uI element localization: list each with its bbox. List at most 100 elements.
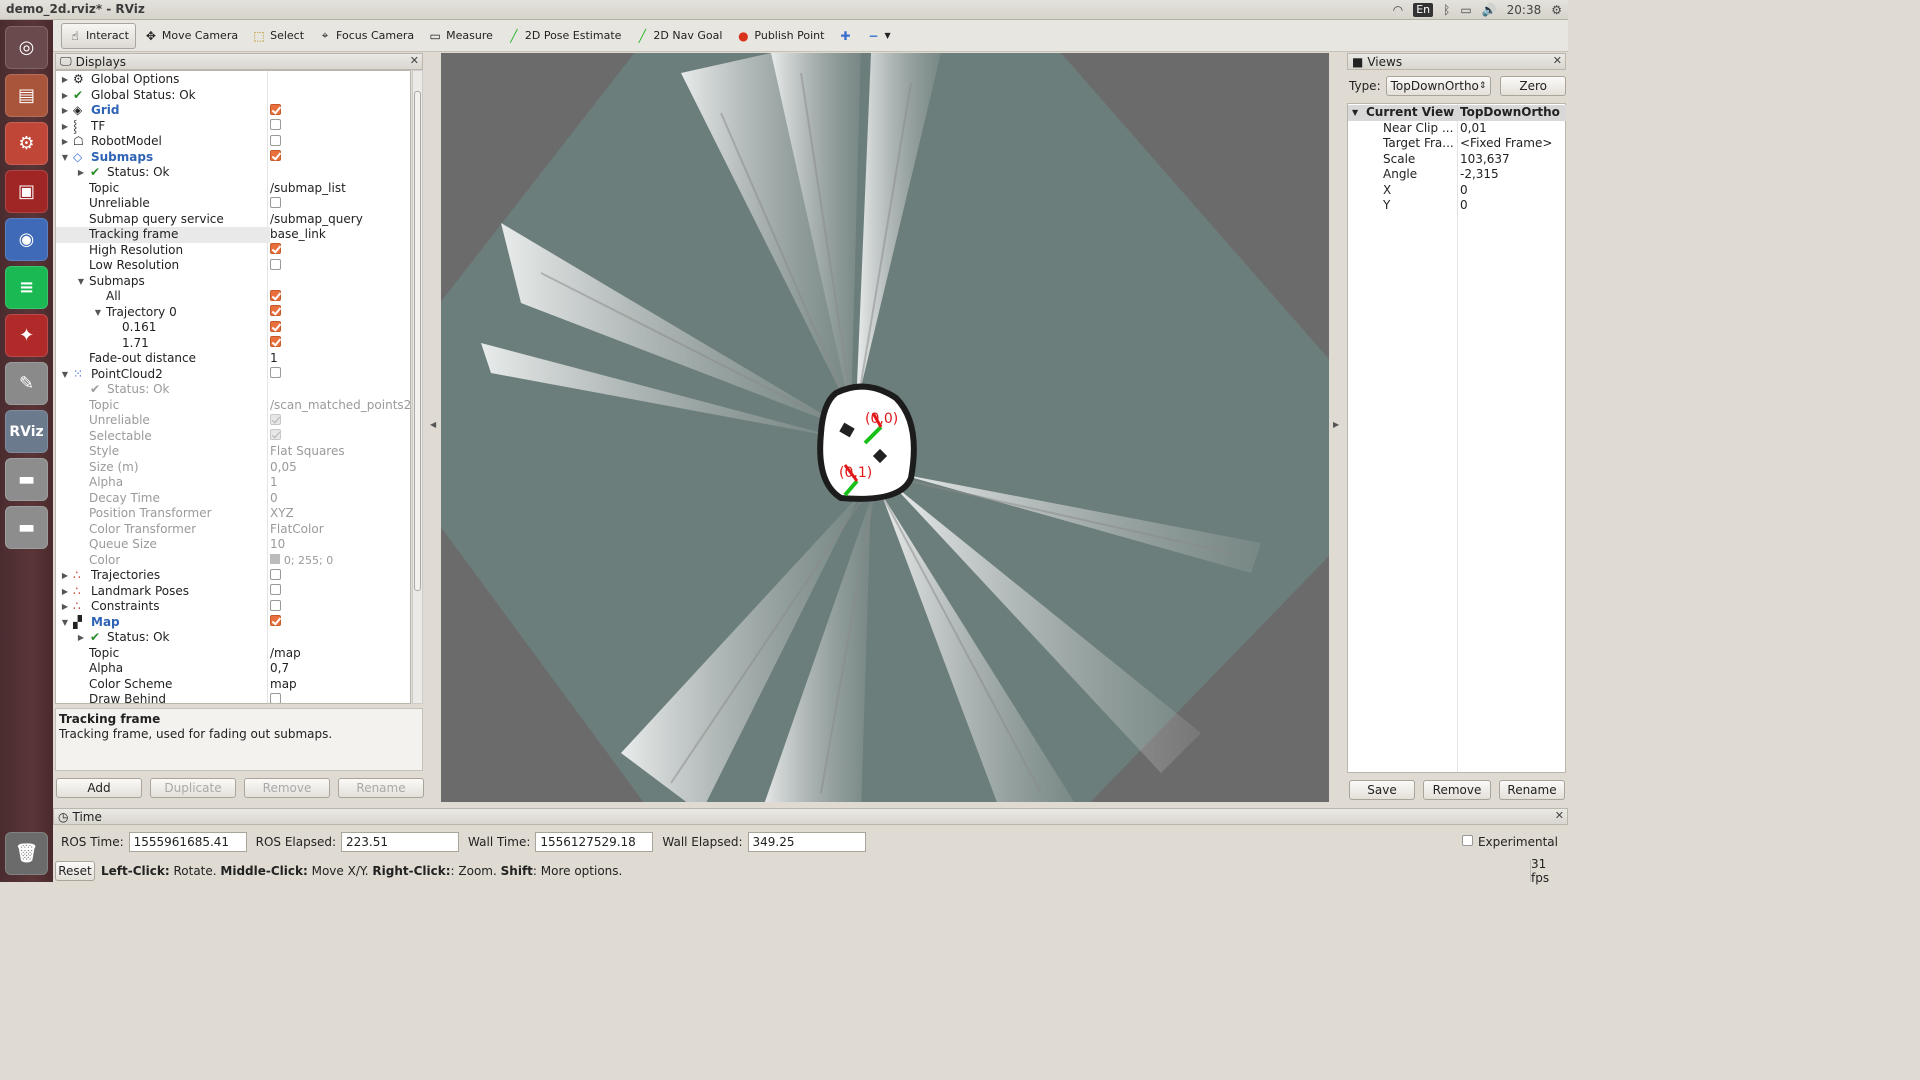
view-prop-row[interactable]: X0	[1348, 183, 1566, 199]
tree-row[interactable]: ▶ ✔ Status: Ok	[56, 165, 410, 181]
text-editor-icon[interactable]: ✎	[5, 362, 48, 405]
drive-icon[interactable]: ▬	[5, 506, 48, 549]
measure-tool-button[interactable]: ▭ Measure	[422, 23, 499, 49]
tree-row-value[interactable]: 0,05	[270, 460, 410, 476]
wifi-icon[interactable]: ◠	[1393, 3, 1403, 17]
checkbox[interactable]	[270, 336, 281, 347]
checkbox[interactable]	[270, 150, 281, 161]
clock[interactable]: 20:38	[1507, 3, 1542, 17]
checkbox[interactable]	[270, 429, 281, 440]
tree-row-selected[interactable]: Tracking frame base_link	[56, 227, 410, 243]
checkbox[interactable]	[270, 305, 281, 316]
tree-row-value[interactable]	[270, 196, 410, 212]
pose-estimate-tool-button[interactable]: ╱ 2D Pose Estimate	[501, 23, 628, 49]
remove-view-button[interactable]: Remove	[1423, 780, 1491, 800]
rviz-icon[interactable]: RViz	[5, 410, 48, 453]
focus-camera-tool-button[interactable]: ⌖ Focus Camera	[312, 23, 420, 49]
rename-button[interactable]: Rename	[338, 778, 424, 798]
views-tree[interactable]: ▼ Current View TopDownOrtho ... Near Clip …	[1347, 103, 1566, 773]
files-icon[interactable]: ▤	[5, 74, 48, 117]
volume-icon[interactable]: 🔊	[1482, 3, 1497, 17]
duplicate-button[interactable]: Duplicate	[150, 778, 236, 798]
collapse-arrow-icon[interactable]: ▼	[1352, 105, 1358, 121]
add-tool-button[interactable]: ✚	[832, 23, 858, 49]
tree-row-value[interactable]: /submap_query	[270, 212, 410, 228]
expand-arrow-icon[interactable]: ▶	[60, 599, 70, 615]
checkbox[interactable]	[270, 615, 281, 626]
tree-row-value[interactable]: 0; 255; 0	[270, 553, 410, 569]
tree-row[interactable]: Color 0; 255; 0	[56, 553, 410, 569]
tree-row[interactable]: Selectable	[56, 429, 410, 445]
tree-row-value[interactable]	[270, 103, 410, 119]
move-camera-tool-button[interactable]: ✥ Move Camera	[138, 23, 244, 49]
chrome-icon[interactable]: ◉	[5, 218, 48, 261]
displays-tree[interactable]: ▶ ⚙ Global Options ▶ ✔ Global Status: Ok ▶ ◈ G…	[55, 70, 411, 704]
tree-row[interactable]: 0.161	[56, 320, 410, 336]
settings-icon[interactable]: ⚙	[5, 122, 48, 165]
tree-row[interactable]: ▼ ▞ Map	[56, 615, 410, 631]
view-prop-row[interactable]: Y0	[1348, 198, 1566, 214]
reset-button[interactable]: Reset	[55, 861, 95, 881]
checkbox[interactable]	[270, 599, 281, 611]
checkbox[interactable]	[270, 320, 281, 332]
gear-icon[interactable]: ⚙	[1551, 3, 1562, 17]
tree-row[interactable]: ▶ ⸾ TF	[56, 119, 410, 135]
close-icon[interactable]: ✕	[410, 54, 419, 67]
displays-scrollbar[interactable]	[412, 70, 423, 704]
collapse-right-icon[interactable]: ▶	[1333, 420, 1339, 429]
tree-row-value[interactable]: 0,01	[1460, 121, 1487, 137]
interact-tool-button[interactable]: ☝ Interact	[61, 22, 136, 49]
checkbox[interactable]	[270, 568, 281, 580]
collapse-arrow-icon[interactable]: ▼	[60, 615, 70, 631]
tree-row-value[interactable]: XYZ	[270, 506, 410, 522]
collapse-left-icon[interactable]: ◀	[430, 420, 436, 429]
tree-row[interactable]: ▶ ∴ Constraints	[56, 599, 410, 615]
tree-row[interactable]: 1.71	[56, 336, 410, 352]
tree-row[interactable]: Style Flat Squares	[56, 444, 410, 460]
tree-row-value[interactable]	[270, 429, 410, 445]
tree-row-value[interactable]	[270, 150, 410, 166]
dash-icon[interactable]: ◎	[5, 26, 48, 69]
tree-row[interactable]: ▶ ∴ Trajectories	[56, 568, 410, 584]
spotify-icon[interactable]: ≡	[5, 266, 48, 309]
checkbox[interactable]	[270, 584, 281, 595]
tree-row[interactable]: ▶ ⚙ Global Options	[56, 72, 410, 88]
checkbox[interactable]	[270, 367, 281, 378]
expand-arrow-icon[interactable]: ▶	[76, 165, 86, 181]
tree-row-value[interactable]	[270, 584, 410, 600]
collapse-arrow-icon[interactable]: ▼	[60, 367, 70, 383]
tree-row[interactable]: ▶ ✔ Status: Ok	[56, 630, 410, 646]
checkbox[interactable]	[270, 119, 281, 130]
collapse-arrow-icon[interactable]: ▼	[76, 274, 86, 290]
close-icon[interactable]: ✕	[1553, 54, 1562, 67]
checkbox[interactable]	[270, 413, 281, 425]
tree-row[interactable]: ▼ ◇ Submaps	[56, 150, 410, 166]
view-prop-row[interactable]: Near Clip ... 0,01	[1348, 121, 1566, 137]
tree-row[interactable]: Unreliable	[56, 413, 410, 429]
expand-arrow-icon[interactable]: ▶	[60, 584, 70, 600]
battery-icon[interactable]: ▭	[1460, 3, 1471, 17]
tree-row-value[interactable]: FlatColor	[270, 522, 410, 538]
view-prop-row[interactable]: Target Fra... <Fixed Frame>	[1348, 136, 1566, 152]
tree-row-value[interactable]	[270, 367, 410, 383]
tree-row-value[interactable]: /map	[270, 646, 410, 662]
tree-row[interactable]: Queue Size 10	[56, 537, 410, 553]
checkbox[interactable]	[270, 103, 281, 115]
tree-row[interactable]: Draw Behind	[56, 692, 410, 703]
tree-row-value[interactable]	[270, 615, 410, 631]
tree-row[interactable]: Alpha 1	[56, 475, 410, 491]
tree-row[interactable]: ▼ ⁙ PointCloud2	[56, 367, 410, 383]
tree-row[interactable]: Alpha 0,7	[56, 661, 410, 677]
tree-row-value[interactable]	[270, 320, 410, 336]
tree-row-value[interactable]	[270, 336, 410, 352]
zero-button[interactable]: Zero	[1500, 76, 1566, 96]
tree-row[interactable]: High Resolution	[56, 243, 410, 259]
tree-row-value[interactable]: 1	[270, 351, 410, 367]
ros-elapsed-field[interactable]: 223.51	[341, 832, 460, 852]
tree-row-value[interactable]: 1	[270, 475, 410, 491]
tree-row-value[interactable]: /scan_matched_points2	[270, 398, 410, 414]
terminal-icon[interactable]: ▣	[5, 170, 48, 213]
tree-row-value[interactable]: <Fixed Frame>	[1460, 136, 1552, 152]
tree-row-value[interactable]: map	[270, 677, 410, 693]
add-button[interactable]: Add	[56, 778, 142, 798]
